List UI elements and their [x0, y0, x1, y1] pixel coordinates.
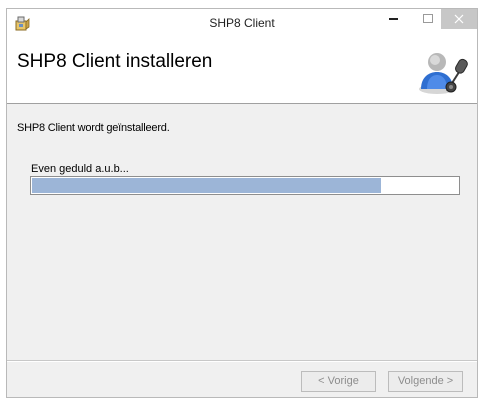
progress-fill — [32, 178, 381, 193]
installer-window: SHP8 Client SHP8 Client installeren SHP8… — [6, 8, 478, 398]
page-title: SHP8 Client installeren — [17, 51, 213, 72]
maximize-icon — [423, 14, 433, 23]
back-button[interactable]: < Vorige — [301, 371, 376, 392]
user-microphone-icon — [417, 47, 469, 95]
maximize-button[interactable] — [415, 9, 441, 29]
progress-bar — [30, 176, 460, 195]
title-bar[interactable]: SHP8 Client — [7, 9, 477, 37]
progress-label: Even geduld a.u.b... — [31, 163, 129, 175]
close-icon — [454, 14, 464, 24]
minimize-button[interactable] — [381, 9, 407, 29]
minimize-icon — [389, 18, 398, 20]
status-text: SHP8 Client wordt geïnstalleerd. — [17, 122, 170, 134]
installer-header: SHP8 Client installeren — [7, 37, 477, 104]
close-button[interactable] — [441, 9, 477, 29]
next-button[interactable]: Volgende > — [388, 371, 463, 392]
footer-divider — [7, 360, 477, 362]
